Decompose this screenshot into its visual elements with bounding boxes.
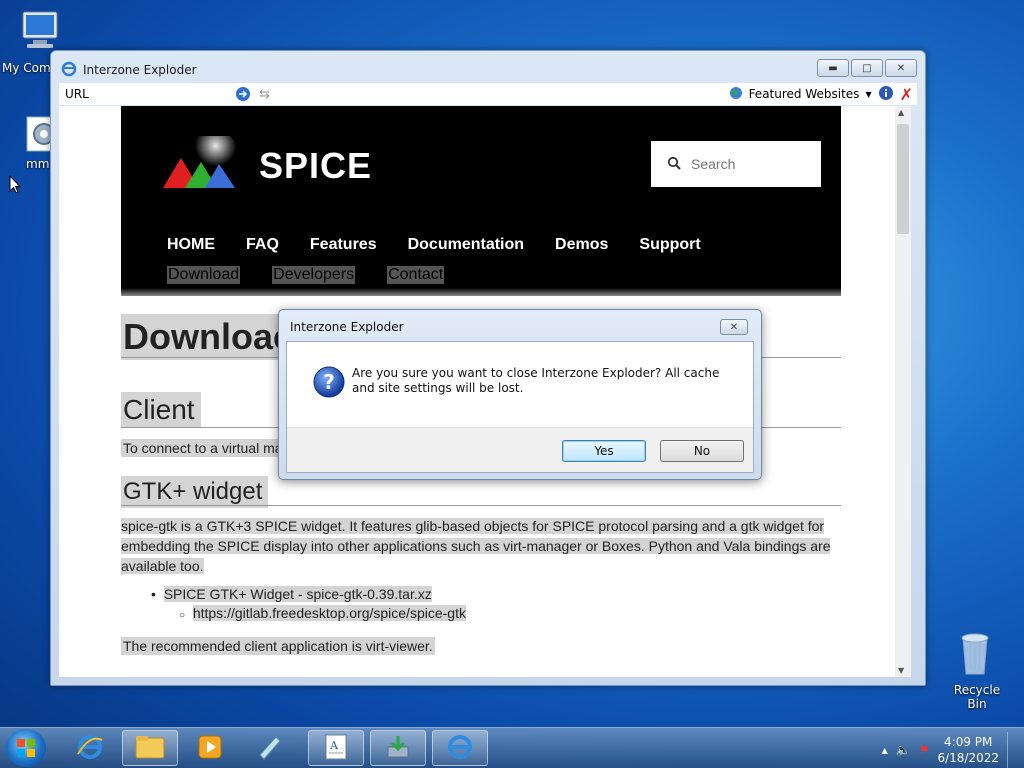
browser-logo-icon: [61, 61, 77, 80]
system-tray: ▲ 🔈 ⚑ 4:09 PM 6/18/2022: [882, 732, 1018, 768]
spice-mountains-icon: [161, 130, 241, 196]
dialog-footer: Yes No: [287, 427, 753, 472]
taskbar-installer[interactable]: [370, 730, 426, 766]
gtk-heading: GTK+ widget: [121, 476, 269, 508]
site-header: SPICE Search HOME FAQ Features Documenta…: [121, 106, 841, 296]
notebook-icon: [256, 733, 284, 764]
stop-icon[interactable]: ✗: [900, 85, 913, 104]
scroll-up-icon[interactable]: ▲: [898, 108, 904, 117]
refresh-icon[interactable]: ⇆: [259, 87, 270, 102]
desktop-icon-label: Recycle Bin: [953, 683, 1001, 711]
nav-features[interactable]: Features: [310, 236, 377, 254]
dialog-title: Interzone Exploder: [290, 320, 404, 334]
close-icon: ✕: [896, 62, 906, 74]
nav-faq[interactable]: FAQ: [246, 236, 279, 254]
taskbar-app-4[interactable]: [242, 730, 298, 766]
subnav-download[interactable]: Download: [167, 266, 241, 284]
vertical-scrollbar[interactable]: ▲ ▼: [895, 106, 911, 677]
dialog-close-button[interactable]: ✕: [720, 319, 748, 335]
gtk-paragraph: spice-gtk is a GTK+3 SPICE widget. It fe…: [121, 516, 841, 576]
media-player-icon: [197, 734, 223, 763]
dialog-body: ? Are you sure you want to close Interzo…: [286, 341, 754, 473]
window-title-bar[interactable]: Interzone Exploder: [61, 61, 197, 79]
info-icon[interactable]: [878, 85, 894, 104]
featured-websites-menu[interactable]: Featured Websites: [749, 87, 860, 101]
list-item: • SPICE GTK+ Widget - spice-gtk-0.39.tar…: [151, 586, 466, 602]
client-text: To connect to a virtual ma: [121, 439, 285, 457]
recycle-bin-icon: [940, 630, 1010, 681]
show-desktop-button[interactable]: [1007, 732, 1018, 768]
close-icon: ✕: [729, 321, 739, 333]
taskbar: A ▲ 🔈 ⚑ 4:09 PM 6/18/2022: [0, 727, 1024, 768]
gtk-paragraph-text: spice-gtk is a GTK+3 SPICE widget. It fe…: [121, 518, 831, 574]
page-heading: Downloac: [121, 314, 296, 360]
maximize-button[interactable]: □: [851, 59, 883, 77]
minimize-button[interactable]: ▬: [817, 59, 849, 77]
download-arrow-icon: [384, 733, 412, 764]
nav-documentation[interactable]: Documentation: [408, 236, 524, 254]
clock[interactable]: 4:09 PM 6/18/2022: [937, 734, 999, 766]
subnav-developers[interactable]: Developers: [272, 266, 356, 284]
site-subnav: Download Developers Contact: [167, 266, 445, 284]
divider: [121, 505, 841, 506]
circle-bullet-icon: ○: [179, 610, 186, 621]
site-search-input[interactable]: Search: [651, 141, 821, 187]
address-toolbar: URL ⇆ Featured Websites ▼ ✗: [59, 83, 917, 105]
question-icon: ?: [313, 366, 345, 401]
list-item-text[interactable]: SPICE GTK+ Widget - spice-gtk-0.39.tar.x…: [163, 586, 432, 602]
no-button[interactable]: No: [660, 440, 744, 462]
start-button[interactable]: [6, 729, 46, 767]
site-nav: HOME FAQ Features Documentation Demos Su…: [167, 236, 701, 254]
volume-icon[interactable]: 🔈: [896, 743, 911, 757]
nav-demos[interactable]: Demos: [555, 236, 608, 254]
spice-brand: SPICE: [259, 145, 373, 186]
browser-logo-icon: [445, 732, 475, 765]
window-title: Interzone Exploder: [83, 63, 197, 77]
clock-time: 4:09 PM: [944, 735, 993, 749]
windows-logo-icon: [17, 739, 35, 760]
svg-text:?: ?: [323, 370, 335, 394]
list-subitem-link[interactable]: https://gitlab.freedesktop.org/spice/spi…: [192, 605, 466, 621]
close-window-button[interactable]: ✕: [885, 59, 917, 77]
taskbar-media-player[interactable]: [182, 730, 238, 766]
internet-explorer-icon: [75, 732, 105, 765]
dialog-message: Are you sure you want to close Interzone…: [352, 366, 720, 395]
tray-expand-icon[interactable]: ▲: [882, 746, 888, 755]
search-placeholder: Search: [691, 156, 736, 172]
taskbar-wordpad[interactable]: A: [308, 730, 364, 766]
list-subitem: ○ https://gitlab.freedesktop.org/spice/s…: [179, 605, 466, 621]
download-list: • SPICE GTK+ Widget - spice-gtk-0.39.tar…: [151, 586, 466, 621]
svg-text:A: A: [329, 739, 339, 752]
mouse-cursor-icon: [9, 174, 22, 198]
taskbar-ie-pinned[interactable]: [62, 730, 118, 766]
document-icon: A: [324, 733, 348, 764]
minimize-icon: ▬: [828, 62, 838, 74]
subnav-contact[interactable]: Contact: [387, 266, 445, 284]
recommended-text: The recommended client application is vi…: [121, 637, 435, 655]
client-heading: Client: [121, 392, 201, 428]
globe-icon: [729, 86, 743, 103]
taskbar-interzone-exploder[interactable]: [432, 730, 488, 766]
nav-support[interactable]: Support: [639, 236, 700, 254]
nav-home[interactable]: HOME: [167, 236, 215, 254]
network-icon[interactable]: ⚑: [919, 743, 930, 757]
clock-date: 6/18/2022: [937, 751, 999, 765]
search-icon: [667, 156, 681, 173]
desktop-icon-recycle-bin[interactable]: Recycle Bin: [940, 630, 1010, 711]
confirm-close-dialog: Interzone Exploder ✕ ? Are you sure you …: [278, 309, 762, 480]
taskbar-explorer[interactable]: [122, 730, 178, 766]
spice-logo[interactable]: SPICE: [161, 130, 373, 196]
folder-icon: [135, 734, 165, 763]
go-arrow-icon[interactable]: [235, 86, 251, 102]
bullet-icon: •: [151, 586, 156, 602]
scrollbar-thumb[interactable]: [897, 124, 909, 234]
yes-button[interactable]: Yes: [562, 440, 646, 462]
scroll-down-icon[interactable]: ▼: [898, 666, 904, 675]
maximize-icon: □: [862, 62, 872, 74]
chevron-down-icon: ▼: [865, 89, 872, 99]
url-label: URL: [65, 87, 89, 101]
